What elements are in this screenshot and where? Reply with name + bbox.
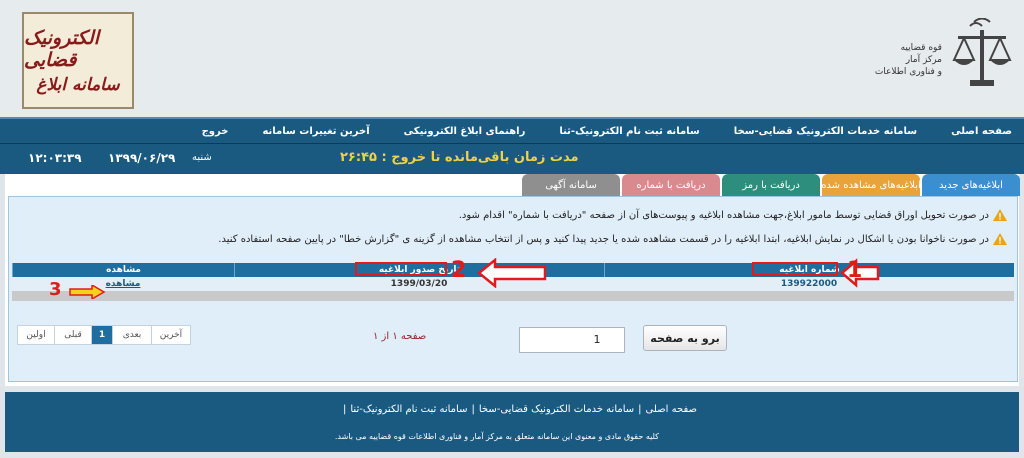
annotation-label-1: 1 xyxy=(847,258,863,283)
nav-sana[interactable]: سامانه ثبت نام الکترونیک-ثنا xyxy=(559,126,699,137)
org-line-3: و فناوری اطلاعات xyxy=(874,67,942,77)
content-area: ابلاغیه‌های جدید ابلاغیه‌های مشاهده شده … xyxy=(5,174,1020,386)
logo-line-2: سامانه ابلاغ xyxy=(36,74,120,95)
pager-next[interactable]: بعدی xyxy=(112,325,152,345)
footer: صفحه اصلی|سامانه خدمات الکترونیک قضایی-س… xyxy=(5,392,1019,452)
pagination: اولین قبلی 1 بعدی آخرین xyxy=(17,325,191,345)
status-time: ۱۲:۰۳:۳۹ xyxy=(28,151,82,165)
tab-viewed-notices[interactable]: ابلاغیه‌های مشاهده شده xyxy=(821,174,921,196)
org-line-1: قوه قضاییه xyxy=(900,43,942,53)
page-number-input[interactable]: 1 xyxy=(519,327,625,353)
notices-panel: در صورت تحویل اوراق قضایی توسط مامور ابل… xyxy=(8,196,1018,382)
footer-link-sakha[interactable]: سامانه خدمات الکترونیک قضایی-سخا xyxy=(479,404,634,415)
cell-notice-number: 139922000 xyxy=(780,279,838,289)
tab-receive-by-number[interactable]: دریافت با شماره xyxy=(622,174,720,196)
org-name: قوه قضاییه مرکز آمار و فناوری اطلاعات xyxy=(875,42,942,78)
notice-2: در صورت ناخوانا بودن یا اشکال در نمایش ا… xyxy=(218,233,1007,245)
logo-line-1: الکترونیک قضایی xyxy=(24,26,99,71)
nav-guide[interactable]: راهنمای ابلاغ الکترونیکی xyxy=(404,126,526,137)
footer-links: صفحه اصلی|سامانه خدمات الکترونیک قضایی-س… xyxy=(343,404,697,415)
tab-ads-system[interactable]: سامانه آگهی xyxy=(522,174,620,196)
footer-copyright: کلیه حقوق مادی و معنوی این سامانه متعلق … xyxy=(334,432,659,441)
status-date: ۱۳۹۹/۰۶/۲۹ xyxy=(108,151,176,165)
page: الکترونیک قضایی سامانه ابلاغ قوه قضاییه … xyxy=(0,0,1024,458)
notice-1-text: در صورت تحویل اوراق قضایی توسط مامور ابل… xyxy=(458,209,989,221)
ebla-logo: الکترونیک قضایی سامانه ابلاغ xyxy=(22,12,134,109)
nav-home[interactable]: صفحه اصلی xyxy=(951,126,1012,137)
nav-sakha[interactable]: سامانه خدمات الکترونیک قضایی-سخا xyxy=(734,126,917,137)
footer-link-sana[interactable]: سامانه ثبت نام الکترونیک-ثنا xyxy=(350,404,467,415)
table-footer xyxy=(12,291,1014,301)
tab-receive-by-password[interactable]: دریافت با رمز xyxy=(722,174,820,196)
annotation-arrow-2 xyxy=(477,258,547,288)
view-link[interactable]: مشاهده xyxy=(12,277,234,291)
session-timer: مدت زمان باقی‌مانده تا خروج : ۲۶:۴۵ xyxy=(340,150,579,165)
main-nav: صفحه اصلی سامانه خدمات الکترونیک قضایی-س… xyxy=(0,117,1024,143)
status-bar: شنبه ۱۳۹۹/۰۶/۲۹ ۱۲:۰۳:۳۹ مدت زمان باقی‌م… xyxy=(0,143,1024,174)
col-header-view: مشاهده xyxy=(12,263,234,277)
annotation-label-3: 3 xyxy=(49,279,62,300)
org-line-2: مرکز آمار xyxy=(905,55,942,65)
footer-link-home[interactable]: صفحه اصلی xyxy=(646,404,697,415)
header: الکترونیک قضایی سامانه ابلاغ قوه قضاییه … xyxy=(0,0,1024,117)
pager-prev[interactable]: قبلی xyxy=(54,325,92,345)
scales-icon xyxy=(952,18,1012,86)
warning-icon xyxy=(993,233,1007,245)
tab-bar: ابلاغیه‌های جدید ابلاغیه‌های مشاهده شده … xyxy=(520,174,1020,196)
nav-logout[interactable]: خروج xyxy=(202,126,229,137)
annotation-arrow-3 xyxy=(69,285,106,299)
pager-first[interactable]: اولین xyxy=(17,325,55,345)
notice-1: در صورت تحویل اوراق قضایی توسط مامور ابل… xyxy=(459,209,1007,221)
cell-issue-date: 1399/03/20 xyxy=(390,279,448,289)
status-day: شنبه xyxy=(192,152,212,163)
nav-changes[interactable]: آخرین تغییرات سامانه xyxy=(262,126,369,137)
judiciary-logo: قوه قضاییه مرکز آمار و فناوری اطلاعات xyxy=(852,18,1012,98)
annotation-box-date xyxy=(355,262,447,276)
tab-new-notices[interactable]: ابلاغیه‌های جدید xyxy=(922,174,1020,196)
notice-2-text: در صورت ناخوانا بودن یا اشکال در نمایش ا… xyxy=(218,233,989,245)
annotation-label-2: 2 xyxy=(451,258,467,283)
pager-last[interactable]: آخرین xyxy=(151,325,191,345)
page-info: صفحه ۱ از ۱ xyxy=(373,331,427,342)
annotation-box-number xyxy=(752,262,838,276)
pager-current[interactable]: 1 xyxy=(91,325,113,345)
warning-icon xyxy=(993,209,1007,221)
go-to-page-button[interactable]: برو به صفحه xyxy=(643,325,727,351)
